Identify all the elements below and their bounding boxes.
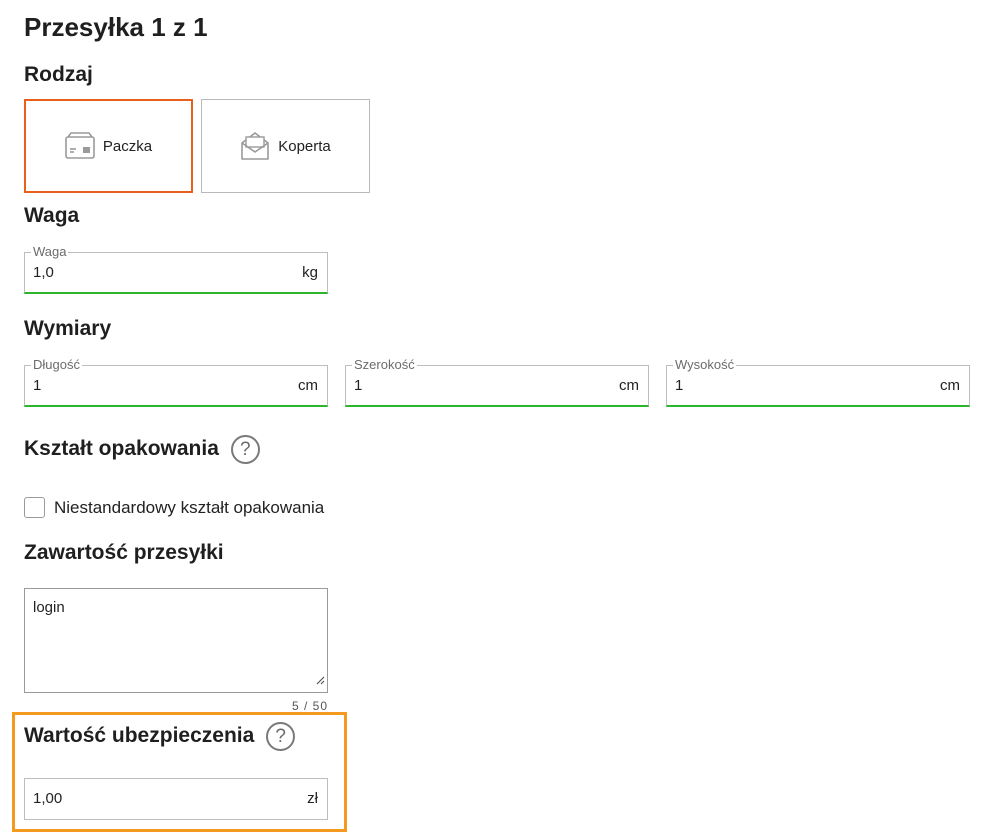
length-unit: cm [298, 377, 318, 394]
insurance-heading: Wartość ubezpieczenia ? [24, 722, 296, 751]
width-unit: cm [619, 377, 639, 394]
package-icon [65, 132, 95, 160]
type-option-envelope[interactable]: Koperta [201, 99, 370, 193]
weight-field-label: Waga [31, 244, 69, 260]
insurance-value: 1,00 [33, 790, 63, 807]
width-field-label: Szerokość [352, 357, 417, 373]
insurance-unit: zł [307, 790, 318, 807]
shape-heading: Kształt opakowania ? [24, 435, 260, 464]
envelope-icon [240, 131, 270, 161]
type-option-label: Koperta [278, 137, 331, 155]
weight-field[interactable]: Waga 1,0 kg [24, 244, 328, 294]
weight-value: 1,0 [33, 264, 54, 281]
dimensions-heading: Wymiary [24, 317, 112, 340]
help-icon[interactable]: ? [266, 722, 296, 751]
height-field[interactable]: Wysokość 1 cm [666, 357, 970, 407]
width-value: 1 [354, 377, 363, 394]
length-field[interactable]: Długość 1 cm [24, 357, 328, 407]
weight-heading: Waga [24, 204, 80, 227]
type-option-label: Paczka [102, 137, 153, 155]
weight-unit: kg [302, 264, 318, 281]
height-value: 1 [675, 377, 684, 394]
insurance-heading-text: Wartość ubezpieczenia [24, 724, 255, 748]
shape-heading-text: Kształt opakowania [24, 437, 219, 461]
page-title: Przesyłka 1 z 1 [24, 12, 208, 42]
length-value: 1 [33, 377, 42, 394]
custom-shape-checkbox[interactable] [24, 497, 45, 518]
insurance-value-field[interactable]: 1,00 zł [24, 778, 328, 820]
height-unit: cm [940, 377, 960, 394]
contents-value: login [33, 599, 65, 616]
width-field[interactable]: Szerokość 1 cm [345, 357, 649, 407]
height-field-label: Wysokość [673, 357, 737, 373]
resize-handle-icon[interactable] [315, 672, 325, 690]
contents-textarea[interactable]: login [24, 588, 328, 693]
custom-shape-label[interactable]: Niestandardowy kształt opakowania [54, 498, 324, 518]
type-option-package[interactable]: Paczka [24, 99, 193, 193]
help-icon[interactable]: ? [230, 435, 260, 464]
character-counter: 5 / 50 [291, 699, 328, 713]
contents-heading: Zawartość przesyłki [24, 541, 224, 564]
length-field-label: Długość [31, 357, 82, 373]
type-heading: Rodzaj [24, 63, 93, 86]
